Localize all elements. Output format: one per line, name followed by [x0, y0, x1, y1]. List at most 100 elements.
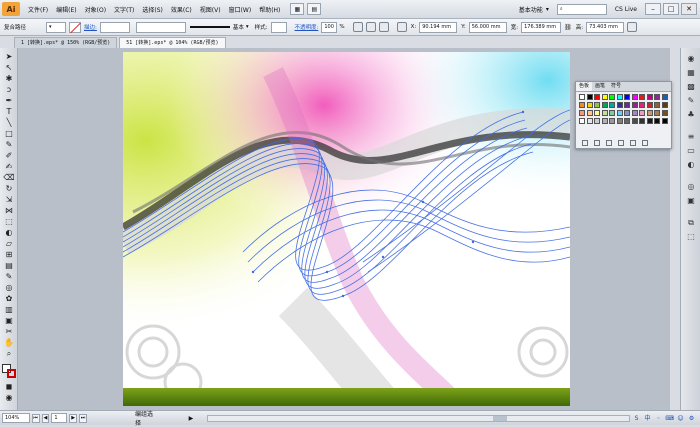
tab-symbols[interactable]: 符号: [608, 82, 624, 91]
perspective-grid-tool-icon[interactable]: ▱: [3, 239, 15, 250]
current-tool-status[interactable]: 编组选择: [135, 409, 159, 427]
color-swatch[interactable]: [639, 118, 645, 124]
transform-menu-icon[interactable]: [627, 22, 638, 32]
menu-window[interactable]: 窗口(W): [229, 5, 252, 14]
selection-tool-icon[interactable]: ➤: [3, 52, 15, 63]
blob-brush-tool-icon[interactable]: ✍: [3, 162, 15, 173]
color-swatch[interactable]: [654, 94, 660, 100]
chevron-right-icon[interactable]: ▶: [189, 415, 194, 422]
color-panel-icon[interactable]: ◉: [685, 54, 697, 65]
cs-live-button[interactable]: CS Live: [615, 6, 637, 13]
transparency-panel-icon[interactable]: ◐: [685, 160, 697, 171]
new-swatch-icon[interactable]: [630, 140, 636, 146]
height-field[interactable]: 73.403 mm: [586, 21, 625, 33]
line-tool-icon[interactable]: ╲: [3, 118, 15, 129]
lasso-tool-icon[interactable]: ↄ: [3, 85, 15, 96]
color-swatch[interactable]: [586, 94, 593, 100]
color-swatch[interactable]: [579, 110, 585, 116]
color-swatch[interactable]: [601, 94, 608, 100]
stroke-link[interactable]: 描边:: [84, 23, 97, 31]
color-swatch[interactable]: [601, 102, 608, 108]
color-swatch[interactable]: [586, 118, 593, 124]
color-swatch[interactable]: [661, 102, 668, 108]
fill-swatch[interactable]: ▾: [46, 21, 67, 33]
trash-icon[interactable]: [642, 140, 648, 146]
color-swatch[interactable]: [639, 110, 645, 116]
color-swatch[interactable]: [609, 118, 615, 124]
canvas-area[interactable]: [18, 48, 670, 410]
minimize-button[interactable]: –: [645, 3, 661, 15]
paintbrush-tool-icon[interactable]: ✎: [3, 140, 15, 151]
color-swatch[interactable]: [579, 94, 585, 100]
reference-point-icon[interactable]: [396, 22, 407, 32]
tab-document-51[interactable]: 51 [转换].eps* @ 104% (RGB/预览): [119, 37, 226, 48]
tab-document-1[interactable]: 1 [转换].eps* @ 150% (RGB/预览): [14, 37, 118, 48]
color-swatch[interactable]: [646, 110, 653, 116]
symbols-panel-icon[interactable]: ♣: [685, 110, 697, 121]
rotate-tool-icon[interactable]: ↻: [3, 184, 15, 195]
color-swatch[interactable]: [646, 94, 653, 100]
workspace-switcher[interactable]: 基本功能: [519, 5, 543, 14]
maximize-button[interactable]: □: [663, 3, 679, 15]
type-tool-icon[interactable]: T: [3, 107, 15, 118]
rectangle-tool-icon[interactable]: □: [3, 129, 15, 140]
color-swatch[interactable]: [661, 110, 668, 116]
color-swatch[interactable]: [601, 118, 608, 124]
opacity-field[interactable]: 100: [321, 21, 338, 33]
color-swatch[interactable]: [609, 110, 615, 116]
shape-builder-tool-icon[interactable]: ◐: [3, 228, 15, 239]
arrange-documents-button[interactable]: ▤: [307, 3, 322, 15]
link-icon[interactable]: ⛓: [564, 24, 572, 31]
swatches-panel-icon[interactable]: ▩: [685, 82, 697, 93]
x-field[interactable]: 90.194 mm: [419, 21, 458, 33]
color-swatch[interactable]: [579, 118, 585, 124]
color-swatch[interactable]: [639, 102, 645, 108]
opacity-link[interactable]: 不透明度:: [295, 23, 319, 31]
next-artboard-button[interactable]: ▶: [69, 413, 78, 423]
magic-wand-tool-icon[interactable]: ✱: [3, 74, 15, 85]
horizontal-scrollbar[interactable]: [207, 414, 631, 422]
sogou-icon[interactable]: S: [632, 414, 641, 423]
artboard-number-field[interactable]: 1: [51, 413, 68, 423]
search-input[interactable]: ⌕: [556, 3, 607, 15]
color-swatch[interactable]: [624, 118, 630, 124]
layers-panel-icon[interactable]: ⧉: [685, 218, 697, 229]
free-transform-tool-icon[interactable]: ⬚: [3, 217, 15, 228]
chinese-mode-icon[interactable]: 中: [643, 414, 652, 423]
mesh-tool-icon[interactable]: ⊞: [3, 250, 15, 261]
color-mode-icon[interactable]: ◼: [3, 382, 15, 393]
swatch-library-icon[interactable]: [582, 140, 588, 146]
isolate-group-icon[interactable]: [378, 22, 389, 32]
color-swatch[interactable]: [654, 110, 660, 116]
color-swatch[interactable]: [594, 110, 600, 116]
pen-tool-icon[interactable]: ✒: [3, 96, 15, 107]
width-tool-icon[interactable]: ⋈: [3, 206, 15, 217]
new-color-group-icon[interactable]: [618, 140, 624, 146]
color-swatch[interactable]: [609, 94, 615, 100]
hand-tool-icon[interactable]: ✋: [3, 338, 15, 349]
artboards-panel-icon[interactable]: ⬚: [685, 232, 697, 243]
menu-select[interactable]: 选择(S): [142, 5, 163, 14]
zoom-tool-icon[interactable]: ⌕: [3, 349, 15, 360]
color-swatch[interactable]: [616, 118, 623, 124]
column-graph-tool-icon[interactable]: ▥: [3, 305, 15, 316]
tab-brushes[interactable]: 画笔: [592, 82, 608, 91]
menu-file[interactable]: 文件(F): [28, 5, 48, 14]
scale-tool-icon[interactable]: ⇲: [3, 195, 15, 206]
color-swatch[interactable]: [661, 94, 668, 100]
user-icon[interactable]: ☺: [676, 414, 685, 423]
menu-type[interactable]: 文字(T): [114, 5, 134, 14]
close-button[interactable]: ✕: [681, 3, 697, 15]
stroke-color-box[interactable]: [7, 369, 16, 378]
blend-tool-icon[interactable]: ◎: [3, 283, 15, 294]
color-swatch[interactable]: [631, 94, 638, 100]
color-swatch[interactable]: [616, 102, 623, 108]
color-swatch[interactable]: [646, 102, 653, 108]
chevron-down-icon[interactable]: ▾: [546, 6, 549, 13]
graphic-styles-icon[interactable]: ▣: [685, 196, 697, 207]
variable-width-profile[interactable]: [135, 21, 186, 33]
align-icon[interactable]: [365, 22, 376, 32]
color-swatch[interactable]: [579, 102, 585, 108]
menu-edit[interactable]: 编辑(E): [56, 5, 76, 14]
color-swatch[interactable]: [594, 118, 600, 124]
